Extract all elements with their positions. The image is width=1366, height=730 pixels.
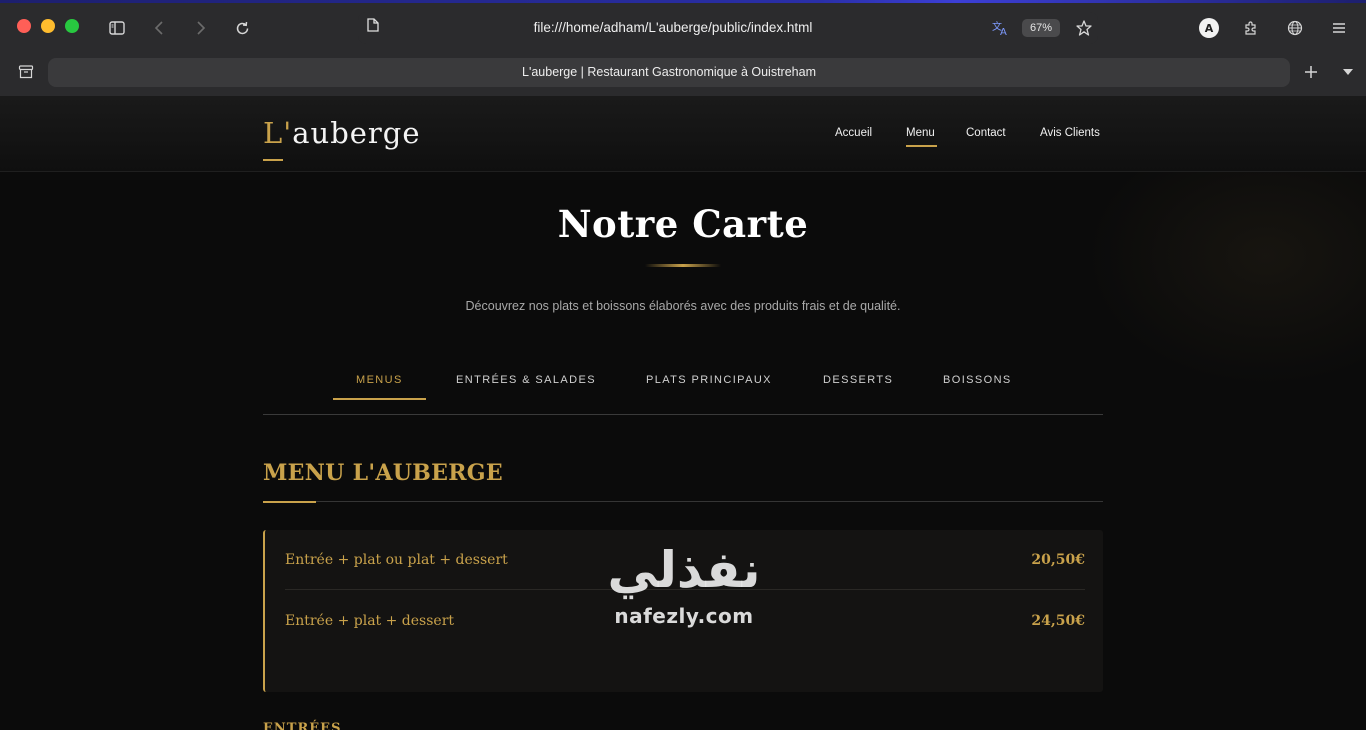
tab-menus[interactable]: MENUS xyxy=(356,374,403,386)
tab-title: L'auberge | Restaurant Gastronomique à O… xyxy=(522,65,816,79)
tab-plats-principaux[interactable]: PLATS PRINCIPAUX xyxy=(646,374,772,386)
section-title: MENU L'AUBERGE xyxy=(263,460,503,486)
site-logo[interactable]: L'auberge xyxy=(263,116,421,150)
nav-accueil[interactable]: Accueil xyxy=(835,127,872,139)
section-accent-bar xyxy=(263,501,316,503)
active-tab-underline xyxy=(333,398,426,400)
new-tab-icon[interactable] xyxy=(1301,62,1321,82)
logo-underline xyxy=(263,159,283,161)
active-tab[interactable]: L'auberge | Restaurant Gastronomique à O… xyxy=(48,58,1290,87)
bookmark-star-icon[interactable] xyxy=(1073,17,1095,39)
nav-avis-clients[interactable]: Avis Clients xyxy=(1040,127,1100,139)
watermark-latin: nafezly.com xyxy=(614,604,754,628)
url-bar[interactable]: file:///home/adham/L'auberge/public/inde… xyxy=(358,12,1098,44)
menu-item-price: 20,50€ xyxy=(1031,552,1085,568)
title-divider xyxy=(645,264,721,267)
watermark-arabic: نفذلي xyxy=(607,541,761,599)
globe-icon[interactable] xyxy=(1284,17,1306,39)
tab-archive-icon[interactable] xyxy=(16,62,36,82)
nav-contact[interactable]: Contact xyxy=(966,127,1006,139)
next-section-title: ENTRÉES xyxy=(263,721,342,730)
tab-list-chevron-icon[interactable] xyxy=(1339,62,1357,82)
web-page: L'auberge Accueil Menu Contact Avis Clie… xyxy=(0,96,1366,730)
nav-menu[interactable]: Menu xyxy=(906,127,935,139)
page-title: Notre Carte xyxy=(557,202,809,246)
menu-icon[interactable] xyxy=(1328,17,1350,39)
category-tabs: MENUS ENTRÉES & SALADES PLATS PRINCIPAUX… xyxy=(263,360,1103,415)
menu-item-price: 24,50€ xyxy=(1031,613,1085,629)
back-icon[interactable] xyxy=(148,17,170,39)
nav-active-underline xyxy=(906,145,937,147)
close-window-button[interactable] xyxy=(17,19,31,33)
profile-icon[interactable]: A xyxy=(1199,18,1219,38)
extensions-icon[interactable] xyxy=(1240,17,1262,39)
section-divider xyxy=(263,501,1103,502)
forward-icon[interactable] xyxy=(190,17,212,39)
minimize-window-button[interactable] xyxy=(41,19,55,33)
url-text[interactable]: file:///home/adham/L'auberge/public/inde… xyxy=(358,12,988,44)
reload-icon[interactable] xyxy=(231,17,253,39)
menu-item-name: Entrée + plat ou plat + dessert xyxy=(285,552,508,568)
tab-desserts[interactable]: DESSERTS xyxy=(823,374,893,386)
chrome-accent-line xyxy=(0,0,1366,3)
svg-text:A: A xyxy=(1000,27,1007,36)
logo-accent: L' xyxy=(263,116,293,150)
logo-text: auberge xyxy=(292,116,421,150)
page-subtitle: Découvrez nos plats et boissons élaborés… xyxy=(465,299,901,313)
tab-boissons[interactable]: BOISSONS xyxy=(943,374,1012,386)
translate-icon[interactable]: 文A xyxy=(990,18,1012,38)
zoom-level-badge[interactable]: 67% xyxy=(1022,19,1060,37)
sidebar-icon[interactable] xyxy=(106,17,128,39)
maximize-window-button[interactable] xyxy=(65,19,79,33)
browser-chrome: file:///home/adham/L'auberge/public/inde… xyxy=(0,0,1366,96)
site-header: L'auberge Accueil Menu Contact Avis Clie… xyxy=(0,96,1366,172)
tab-entrees-salades[interactable]: ENTRÉES & SALADES xyxy=(456,374,596,386)
menu-item-name: Entrée + plat + dessert xyxy=(285,613,455,629)
